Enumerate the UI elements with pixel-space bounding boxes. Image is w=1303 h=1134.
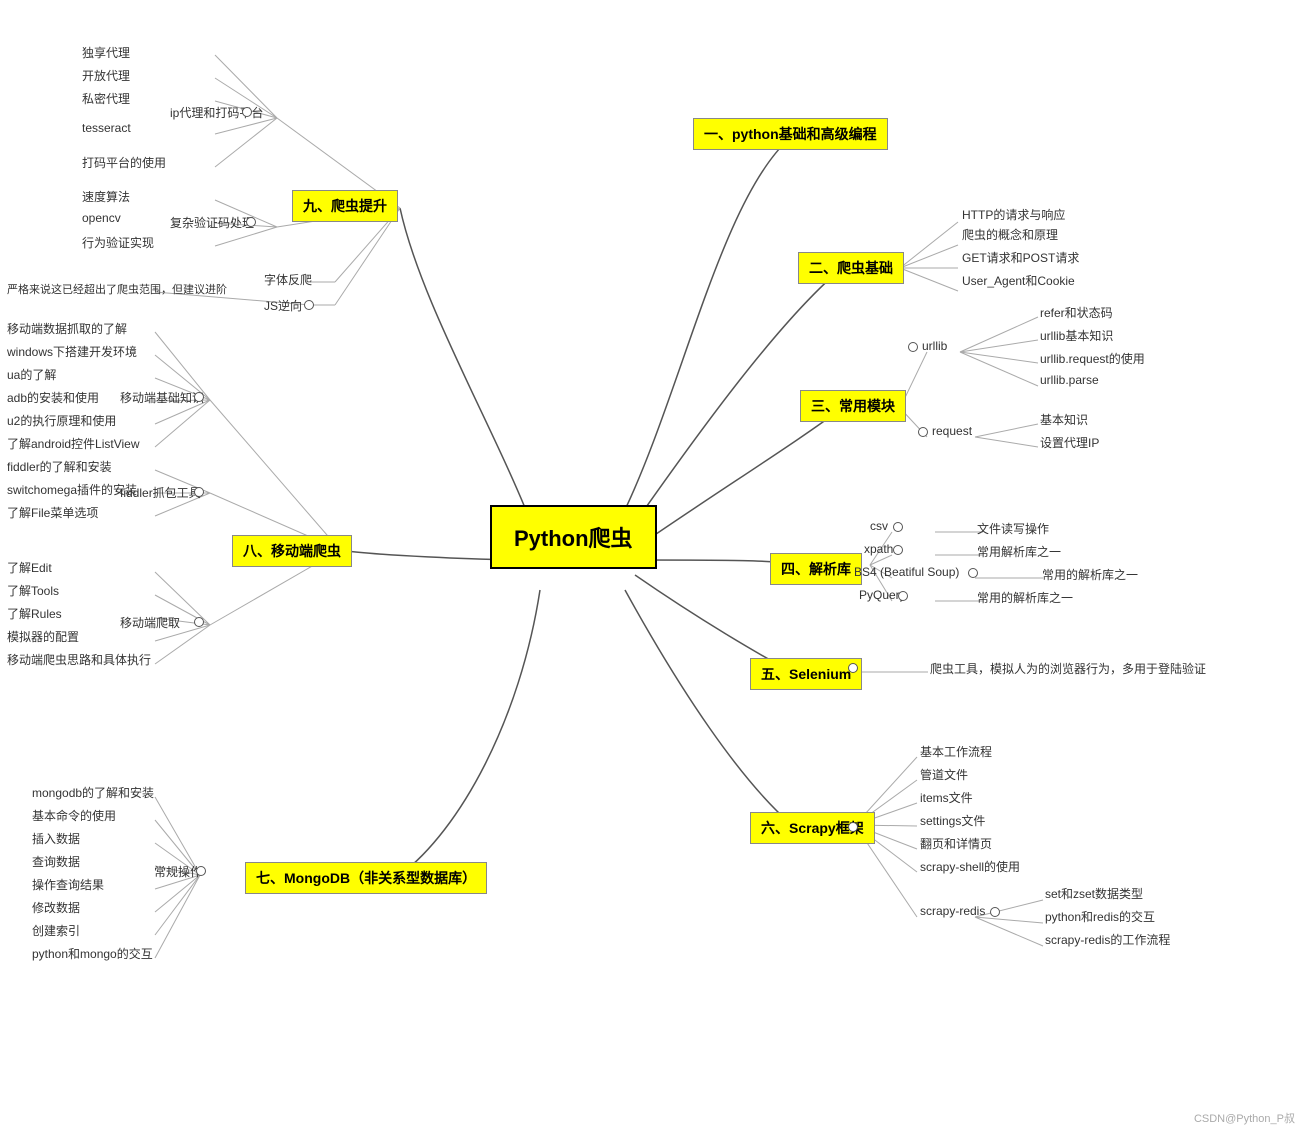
b8-c14: 移动端爬虫思路和具体执行 [5, 650, 153, 669]
b8-c1: 移动端数据抓取的了解 [5, 319, 129, 338]
b6-c2: 管道文件 [918, 765, 970, 784]
b3-c1: refer和状态码 [1038, 303, 1115, 322]
branch-9: 九、爬虫提升 [292, 190, 398, 222]
b4-c3: 常用的解析库之一 [1040, 565, 1140, 584]
b7-c3: 插入数据 [30, 829, 82, 848]
b4-c1: 文件读写操作 [975, 519, 1051, 538]
b8-mobile-basic: 移动端基础知识 [118, 388, 206, 407]
b8-c11: 了解Tools [5, 581, 61, 600]
b8-c2: windows下搭建开发环境 [5, 342, 139, 361]
b6-c3: items文件 [918, 788, 975, 807]
b7-c2: 基本命令的使用 [30, 806, 118, 825]
b6-redis: scrapy-redis [918, 903, 987, 919]
b9-c5: 打码平台的使用 [80, 153, 168, 172]
b9-c1: 独享代理 [80, 43, 132, 62]
b8-c10: 了解Edit [5, 558, 54, 577]
b9-js-desc: 严格来说这已经超出了爬虫范围，但建议进阶 [5, 280, 229, 298]
branch-7: 七、MongoDB（非关系型数据库） [245, 862, 487, 894]
b9-captcha: 复杂验证码处理 [168, 213, 256, 232]
branch-4: 四、解析库 [770, 553, 862, 585]
b6-r3: scrapy-redis的工作流程 [1043, 930, 1172, 949]
b9-js: JS逆向 [262, 296, 304, 315]
b4-bs4: BS4 (Beatiful Soup) [852, 564, 961, 580]
b2-c4: User_Agent和Cookie [960, 271, 1077, 290]
b7-c5: 操作查询结果 [30, 875, 106, 894]
branch-5: 五、Selenium [750, 658, 862, 690]
b3-urllib: urllib [920, 338, 949, 354]
b6-c1: 基本工作流程 [918, 742, 994, 761]
b7-c1: mongodb的了解和安装 [30, 783, 156, 802]
b3-c3: urllib.request的使用 [1038, 349, 1147, 368]
b3-c2: urllib基本知识 [1038, 326, 1115, 345]
b5-c1: 爬虫工具，模拟人为的浏览器行为，多用于登陆验证 [928, 659, 1208, 678]
b3-c5: 基本知识 [1038, 410, 1090, 429]
b7-c6: 修改数据 [30, 898, 82, 917]
center-node: Python爬虫 [490, 505, 657, 569]
b8-mobile-crawl: 移动端爬取 [118, 613, 182, 632]
b9-font: 字体反爬 [262, 270, 314, 289]
b8-c6: 了解android控件ListView [5, 434, 142, 453]
branch-2: 二、爬虫基础 [798, 252, 904, 284]
b9-c7: opencv [80, 210, 123, 226]
b9-c2: 开放代理 [80, 66, 132, 85]
b3-c6: 设置代理IP [1038, 433, 1101, 452]
b9-c3: 私密代理 [80, 89, 132, 108]
b3-request: request [930, 423, 974, 439]
b9-c4: tesseract [80, 120, 133, 136]
b2-c2: 爬虫的概念和原理 [960, 225, 1060, 244]
b4-c4: 常用的解析库之一 [975, 588, 1075, 607]
b7-c4: 查询数据 [30, 852, 82, 871]
b8-c13: 模拟器的配置 [5, 627, 81, 646]
b2-c3: GET请求和POST请求 [960, 248, 1081, 267]
b6-c6: scrapy-shell的使用 [918, 857, 1022, 876]
b4-xpath: xpath [862, 541, 895, 557]
b2-c1: HTTP的请求与响应 [960, 205, 1067, 224]
branch-8: 八、移动端爬虫 [232, 535, 352, 567]
b8-c8: switchomega插件的安装 [5, 480, 139, 499]
b4-c2: 常用解析库之一 [975, 542, 1063, 561]
b8-c7: fiddler的了解和安装 [5, 457, 114, 476]
b8-c3: ua的了解 [5, 365, 58, 384]
b6-c5: 翻页和详情页 [918, 834, 994, 853]
b3-c4: urllib.parse [1038, 372, 1101, 388]
b6-c4: settings文件 [918, 811, 987, 830]
b8-c5: u2的执行原理和使用 [5, 411, 118, 430]
b4-csv: csv [868, 518, 890, 534]
b6-r2: python和redis的交互 [1043, 907, 1157, 926]
watermark: CSDN@Python_P叔 [1194, 1110, 1295, 1126]
b7-c7: 创建索引 [30, 921, 82, 940]
b6-r1: set和zset数据类型 [1043, 884, 1145, 903]
b9-c6: 速度算法 [80, 187, 132, 206]
b8-c4: adb的安装和使用 [5, 388, 101, 407]
b8-c12: 了解Rules [5, 604, 64, 623]
branch-1: 一、python基础和高级编程 [693, 118, 888, 150]
branch-3: 三、常用模块 [800, 390, 906, 422]
b7-c8: python和mongo的交互 [30, 944, 155, 963]
b9-c8: 行为验证实现 [80, 233, 156, 252]
b8-c9: 了解File菜单选项 [5, 503, 100, 522]
